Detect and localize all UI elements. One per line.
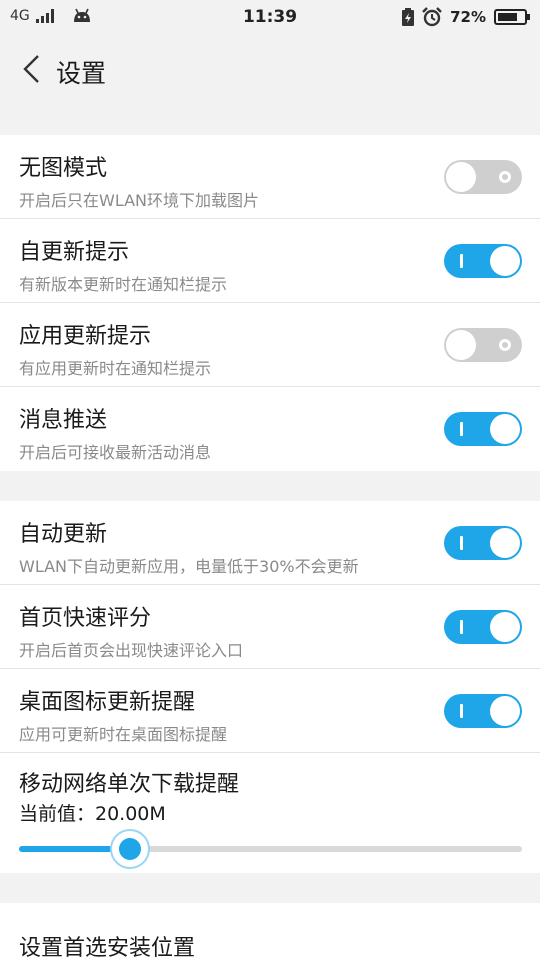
toggle-on-mark — [460, 536, 463, 550]
back-arrow-icon — [23, 55, 39, 83]
setting-description: 开启后可接收最新活动消息 — [19, 443, 212, 462]
setting-row-mobile-download-limit: 移动网络单次下载提醒 当前值：20.00M — [0, 753, 540, 873]
settings-group-update: 自动更新 WLAN下自动更新应用，电量低于30%不会更新 首页快速评分 开启后首… — [0, 501, 540, 873]
setting-label: 设置首选安装位置 — [19, 936, 196, 960]
setting-description: 有新版本更新时在通知栏提示 — [19, 275, 228, 294]
toggle-knob — [446, 162, 476, 192]
battery-icon — [494, 9, 530, 25]
settings-group-install: 设置首选安装位置 — [0, 903, 540, 960]
battery-percent: 72% — [450, 8, 486, 26]
slider-thumb[interactable] — [109, 829, 150, 869]
setting-description: 应用可更新时在桌面图标提醒 — [19, 725, 228, 744]
setting-label: 自更新提示 — [19, 240, 130, 265]
status-bar: 4G 11:39 72% — [0, 0, 540, 36]
no-image-mode-toggle[interactable] — [444, 160, 522, 194]
setting-row-no-image-mode[interactable]: 无图模式 开启后只在WLAN环境下加载图片 — [0, 135, 540, 219]
setting-label: 移动网络单次下载提醒 — [19, 772, 240, 797]
current-value-text: 当前值：20.00M — [19, 803, 166, 825]
self-update-hint-toggle[interactable] — [444, 244, 522, 278]
status-right: 72% — [402, 7, 530, 27]
icon-update-reminder-toggle[interactable] — [444, 694, 522, 728]
toggle-knob — [490, 612, 520, 642]
setting-row-app-update-hint[interactable]: 应用更新提示 有应用更新时在通知栏提示 — [0, 303, 540, 387]
toggle-on-mark — [460, 704, 463, 718]
setting-label: 桌面图标更新提醒 — [19, 690, 196, 715]
setting-label: 首页快速评分 — [19, 606, 152, 631]
toggle-knob — [490, 528, 520, 558]
setting-description: 开启后首页会出现快速评论入口 — [19, 641, 244, 660]
app-update-hint-toggle[interactable] — [444, 328, 522, 362]
back-button[interactable] — [14, 52, 48, 86]
setting-label: 自动更新 — [19, 522, 108, 547]
setting-row-quick-rating[interactable]: 首页快速评分 开启后首页会出现快速评论入口 — [0, 585, 540, 669]
alarm-icon — [422, 7, 442, 27]
setting-label: 应用更新提示 — [19, 324, 152, 349]
setting-row-self-update-hint[interactable]: 自更新提示 有新版本更新时在通知栏提示 — [0, 219, 540, 303]
setting-row-push-messages[interactable]: 消息推送 开启后可接收最新活动消息 — [0, 387, 540, 471]
quick-rating-toggle[interactable] — [444, 610, 522, 644]
toggle-knob — [490, 246, 520, 276]
setting-description: WLAN下自动更新应用，电量低于30%不会更新 — [19, 557, 359, 576]
toggle-off-mark — [499, 171, 511, 183]
setting-row-install-location[interactable]: 设置首选安装位置 — [0, 903, 540, 960]
page-title: 设置 — [56, 59, 107, 88]
auto-update-toggle[interactable] — [444, 526, 522, 560]
setting-label: 消息推送 — [19, 408, 108, 433]
slider-thumb-core — [118, 838, 141, 860]
push-messages-toggle[interactable] — [444, 412, 522, 446]
toggle-on-mark — [460, 620, 463, 634]
setting-row-auto-update[interactable]: 自动更新 WLAN下自动更新应用，电量低于30%不会更新 — [0, 501, 540, 585]
toggle-on-mark — [460, 422, 463, 436]
toggle-knob — [490, 696, 520, 726]
battery-saver-icon — [402, 8, 415, 26]
toggle-off-mark — [499, 339, 511, 351]
app-bar: 设置 — [0, 36, 540, 104]
setting-description: 有应用更新时在通知栏提示 — [19, 359, 212, 378]
toggle-knob — [490, 414, 520, 444]
toggle-on-mark — [460, 254, 463, 268]
setting-description: 开启后只在WLAN环境下加载图片 — [19, 191, 260, 210]
setting-row-icon-update-reminder[interactable]: 桌面图标更新提醒 应用可更新时在桌面图标提醒 — [0, 669, 540, 753]
settings-group-general: 无图模式 开启后只在WLAN环境下加载图片 自更新提示 有新版本更新时在通知栏提… — [0, 135, 540, 471]
setting-label: 无图模式 — [19, 156, 108, 181]
toggle-knob — [446, 330, 476, 360]
